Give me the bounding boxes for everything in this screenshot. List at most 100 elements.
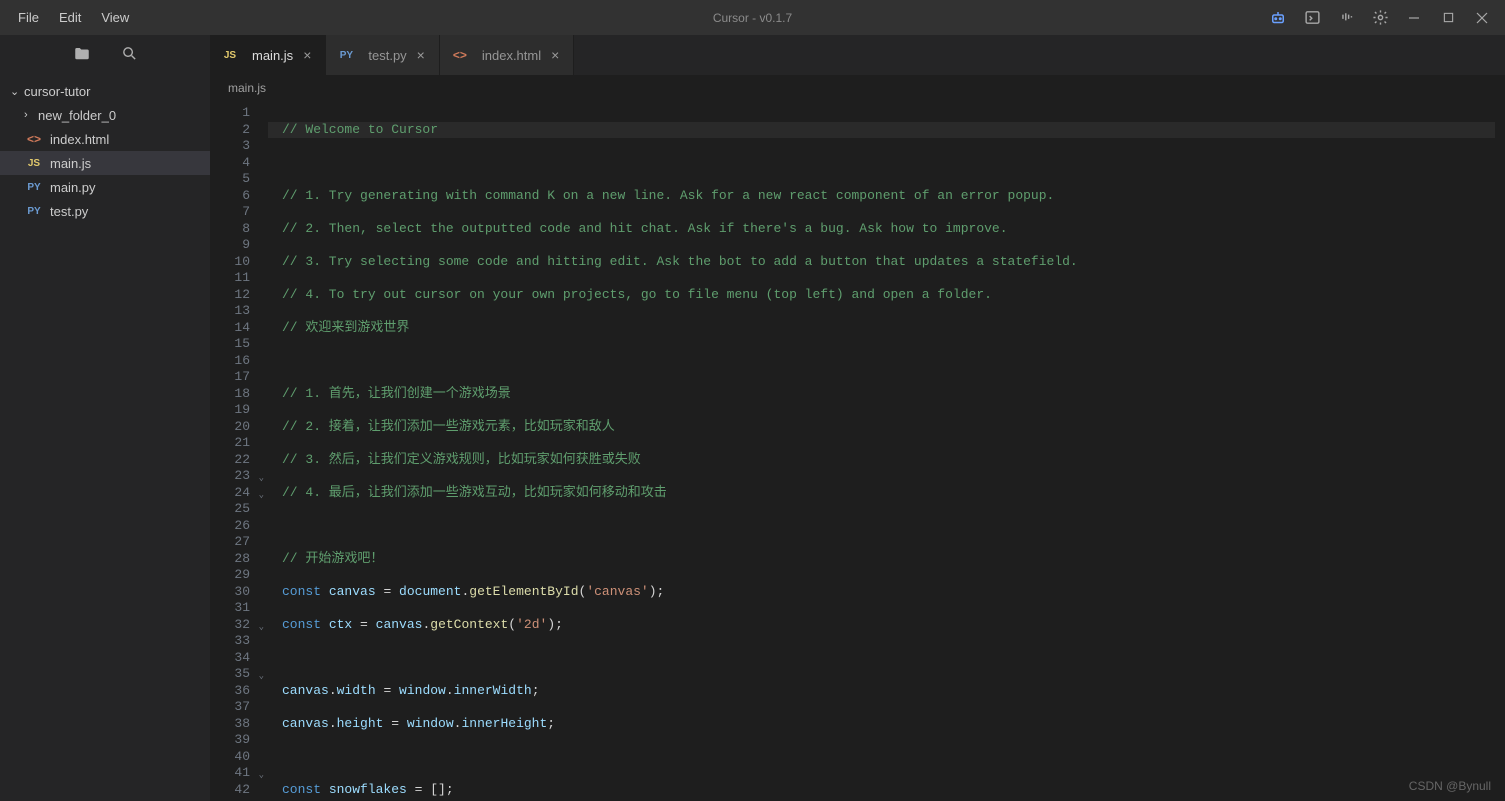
code-comment: // 开始游戏吧！ <box>282 551 383 566</box>
line-number: 22 <box>210 452 250 469</box>
tab-label: index.html <box>482 48 541 63</box>
line-number: 28 <box>210 551 250 568</box>
line-number: 1 <box>210 105 250 122</box>
tree-label: test.py <box>50 204 88 219</box>
tree-label: main.py <box>50 180 96 195</box>
line-number: 2 <box>210 122 250 139</box>
line-number: 38 <box>210 716 250 733</box>
folder-icon[interactable] <box>73 45 91 66</box>
line-number: 24⌄ <box>210 485 250 502</box>
fold-icon[interactable]: ⌄ <box>259 487 264 504</box>
title-actions <box>1269 9 1505 27</box>
code-content[interactable]: // Welcome to Cursor // 1. Try generatin… <box>268 101 1505 801</box>
code-comment: // 1. Try generating with command K on a… <box>282 188 1054 203</box>
tab-label: test.py <box>368 48 406 63</box>
code-editor[interactable]: 1234567891011121314151617181920212223⌄24… <box>210 101 1505 801</box>
code-comment: // 4. To try out cursor on your own proj… <box>282 287 992 302</box>
tab-mainjs[interactable]: JS main.js × <box>210 35 326 75</box>
breadcrumb[interactable]: main.js <box>210 75 1505 101</box>
code-comment: // 3. 然后，让我们定义游戏规则，比如玩家如何获胜或失败 <box>282 452 641 467</box>
line-number: 6 <box>210 188 250 205</box>
line-number: 10 <box>210 254 250 271</box>
line-number: 35⌄ <box>210 666 250 683</box>
line-number: 20 <box>210 419 250 436</box>
code-comment: // Welcome to Cursor <box>282 122 438 137</box>
gear-icon[interactable] <box>1371 9 1389 27</box>
terminal-icon[interactable] <box>1303 9 1321 27</box>
tree-label: index.html <box>50 132 109 147</box>
tree-folder[interactable]: › new_folder_0 <box>0 103 210 127</box>
line-number: 21 <box>210 435 250 452</box>
minimize-icon[interactable] <box>1405 9 1423 27</box>
html-file-icon: <> <box>450 48 470 62</box>
close-icon[interactable] <box>1473 9 1491 27</box>
tree-folder-root[interactable]: ⌄ cursor-tutor <box>0 79 210 103</box>
line-number: 42 <box>210 782 250 799</box>
tab-label: main.js <box>252 48 293 63</box>
maximize-icon[interactable] <box>1439 9 1457 27</box>
line-number: 19 <box>210 402 250 419</box>
code-comment: // 欢迎来到游戏世界 <box>282 320 409 335</box>
line-number: 31 <box>210 600 250 617</box>
close-icon[interactable]: × <box>299 47 315 63</box>
tab-indexhtml[interactable]: <> index.html × <box>440 35 574 75</box>
fold-icon[interactable]: ⌄ <box>259 767 264 784</box>
line-number: 8 <box>210 221 250 238</box>
line-number: 16 <box>210 353 250 370</box>
robot-icon[interactable] <box>1269 9 1287 27</box>
tree-label: new_folder_0 <box>38 108 116 123</box>
tree-file-mainpy[interactable]: PY main.py <box>0 175 210 199</box>
code-comment: // 1. 首先，让我们创建一个游戏场景 <box>282 386 511 401</box>
line-number: 7 <box>210 204 250 221</box>
close-icon[interactable]: × <box>547 47 563 63</box>
code-line <box>282 518 1505 535</box>
fold-icon[interactable]: ⌄ <box>259 668 264 685</box>
close-icon[interactable]: × <box>413 47 429 63</box>
line-number: 12 <box>210 287 250 304</box>
tree-label: main.js <box>50 156 91 171</box>
fold-icon[interactable]: ⌄ <box>259 619 264 636</box>
line-number: 39 <box>210 732 250 749</box>
fold-icon[interactable]: ⌄ <box>259 470 264 487</box>
tree-label: cursor-tutor <box>24 84 90 99</box>
chevron-right-icon: › <box>24 109 38 121</box>
line-number: 3 <box>210 138 250 155</box>
line-number: 9 <box>210 237 250 254</box>
tree-file-mainjs[interactable]: JS main.js <box>0 151 210 175</box>
line-number: 13 <box>210 303 250 320</box>
tree-file-testpy[interactable]: PY test.py <box>0 199 210 223</box>
menu-view[interactable]: View <box>91 6 139 29</box>
line-number: 32⌄ <box>210 617 250 634</box>
line-number: 4 <box>210 155 250 172</box>
py-file-icon: PY <box>336 50 356 61</box>
line-gutter: 1234567891011121314151617181920212223⌄24… <box>210 101 268 801</box>
line-number: 30 <box>210 584 250 601</box>
chevron-down-icon: ⌄ <box>10 85 24 98</box>
line-number: 26 <box>210 518 250 535</box>
menu-edit[interactable]: Edit <box>49 6 91 29</box>
line-number: 36 <box>210 683 250 700</box>
line-number: 27 <box>210 534 250 551</box>
file-tree: ⌄ cursor-tutor › new_folder_0 <> index.h… <box>0 75 210 227</box>
window-title: Cursor - v0.1.7 <box>713 11 792 25</box>
line-number: 17 <box>210 369 250 386</box>
tabs-bar: JS main.js × PY test.py × <> index.html … <box>210 35 1505 75</box>
sidebar: ⌄ cursor-tutor › new_folder_0 <> index.h… <box>0 35 210 801</box>
tree-file-indexhtml[interactable]: <> index.html <box>0 127 210 151</box>
line-number: 23⌄ <box>210 468 250 485</box>
line-number: 37 <box>210 699 250 716</box>
line-number: 25 <box>210 501 250 518</box>
code-line <box>282 155 1505 172</box>
code-comment: // 2. Then, select the outputted code an… <box>282 221 1008 236</box>
line-number: 18 <box>210 386 250 403</box>
line-number: 5 <box>210 171 250 188</box>
wave-icon[interactable] <box>1337 9 1355 27</box>
menu-file[interactable]: File <box>8 6 49 29</box>
code-comment: // 2. 接着，让我们添加一些游戏元素，比如玩家和敌人 <box>282 419 615 434</box>
code-line <box>282 353 1505 370</box>
tab-testpy[interactable]: PY test.py × <box>326 35 439 75</box>
search-icon[interactable] <box>121 45 138 65</box>
code-comment: // 4. 最后，让我们添加一些游戏互动，比如玩家如何移动和攻击 <box>282 485 667 500</box>
line-number: 33 <box>210 633 250 650</box>
js-file-icon: JS <box>24 158 44 169</box>
